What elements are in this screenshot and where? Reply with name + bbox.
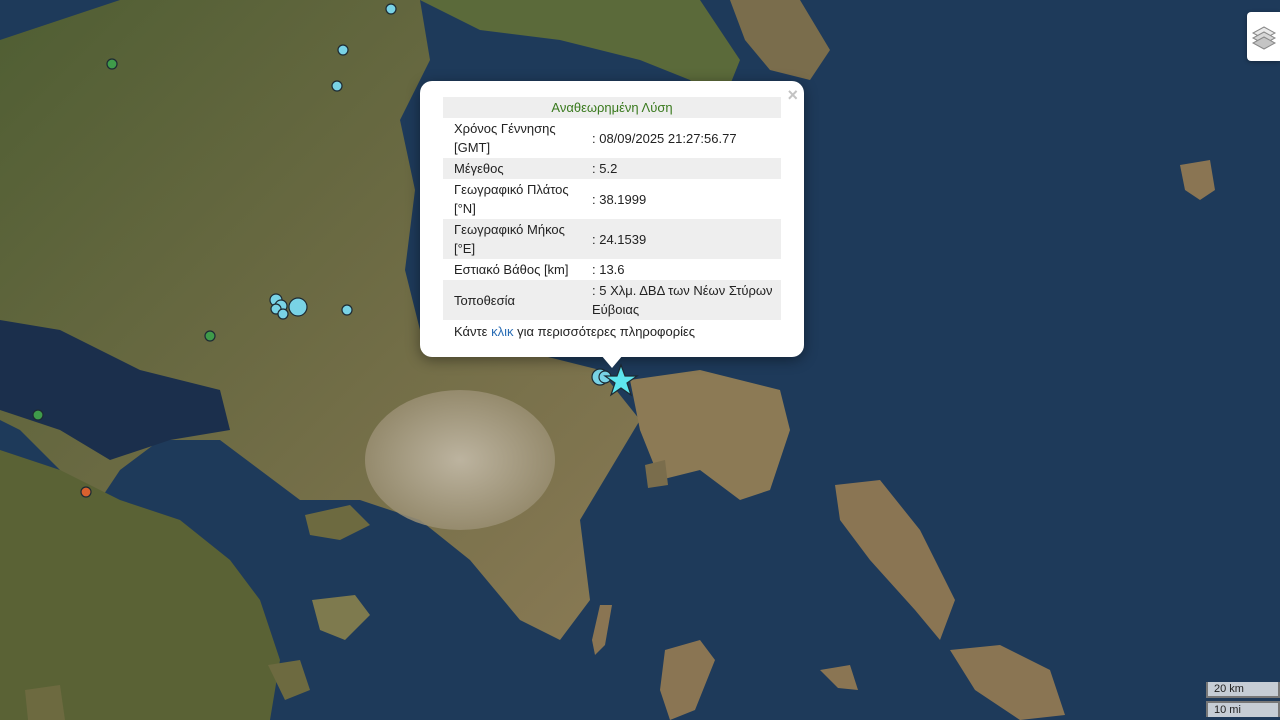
layers-icon bbox=[1251, 25, 1276, 50]
quake-marker[interactable] bbox=[32, 409, 44, 421]
quake-marker[interactable] bbox=[337, 44, 349, 56]
quake-marker[interactable] bbox=[385, 3, 397, 15]
quake-marker[interactable] bbox=[331, 80, 343, 92]
scale-bar-mi: 10 mi bbox=[1206, 701, 1280, 717]
info-label: Μέγεθος bbox=[454, 161, 504, 176]
quake-marker[interactable] bbox=[288, 297, 308, 317]
info-label: Γεωγραφικό Μήκος [°E] bbox=[454, 222, 565, 256]
epicenter-star-icon[interactable] bbox=[603, 363, 639, 397]
info-row-latitude: Γεωγραφικό Πλάτος [°N] : 38.1999 bbox=[443, 179, 781, 219]
info-row-location: Τοποθεσία : 5 Χλμ. ΔΒΔ των Νέων Στύρων Ε… bbox=[443, 280, 781, 320]
earthquake-info-popup: × Αναθεωρημένη Λύση Χρόνος Γέννησης [GMT… bbox=[420, 81, 804, 357]
more-info-link[interactable]: κλικ bbox=[491, 324, 513, 339]
quake-marker[interactable] bbox=[106, 58, 118, 70]
info-label: Χρόνος Γέννησης [GMT] bbox=[454, 121, 556, 155]
more-info-text: Κάντε κλικ για περισσότερες πληροφορίες bbox=[443, 322, 781, 341]
info-row-longitude: Γεωγραφικό Μήκος [°E] : 24.1539 bbox=[443, 219, 781, 259]
quake-marker[interactable] bbox=[341, 304, 353, 316]
info-value: : 5.2 bbox=[592, 161, 618, 176]
info-value: : 5 Χλμ. ΔΒΔ των Νέων Στύρων Εύβοιας bbox=[592, 283, 773, 317]
info-label: Εστιακό Βάθος [km] bbox=[454, 262, 569, 277]
info-label: Γεωγραφικό Πλάτος [°N] bbox=[454, 182, 569, 216]
info-row-depth: Εστιακό Βάθος [km] : 13.6 bbox=[443, 259, 781, 280]
quake-marker[interactable] bbox=[277, 308, 289, 320]
info-value: : 08/09/2025 21:27:56.77 bbox=[592, 130, 737, 146]
info-value: : 13.6 bbox=[592, 262, 625, 277]
popup-tip bbox=[601, 355, 623, 368]
scale-bar-km: 20 km bbox=[1206, 682, 1280, 698]
more-info-prefix: Κάντε bbox=[454, 324, 492, 339]
quake-marker[interactable] bbox=[204, 330, 216, 342]
layers-control-button[interactable] bbox=[1247, 12, 1280, 61]
info-value: : 24.1539 bbox=[592, 231, 647, 247]
more-info-suffix: για περισσότερες πληροφορίες bbox=[513, 324, 696, 339]
quake-marker[interactable] bbox=[80, 486, 92, 498]
popup-content: Αναθεωρημένη Λύση Χρόνος Γέννησης [GMT] … bbox=[443, 97, 781, 341]
popup-close-button[interactable]: × bbox=[787, 85, 798, 105]
info-label: Τοποθεσία bbox=[454, 292, 516, 308]
info-row-origin-time: Χρόνος Γέννησης [GMT] : 08/09/2025 21:27… bbox=[443, 118, 781, 158]
info-value: : 38.1999 bbox=[592, 191, 647, 207]
popup-title: Αναθεωρημένη Λύση bbox=[443, 97, 781, 118]
info-row-magnitude: Μέγεθος : 5.2 bbox=[443, 158, 781, 179]
